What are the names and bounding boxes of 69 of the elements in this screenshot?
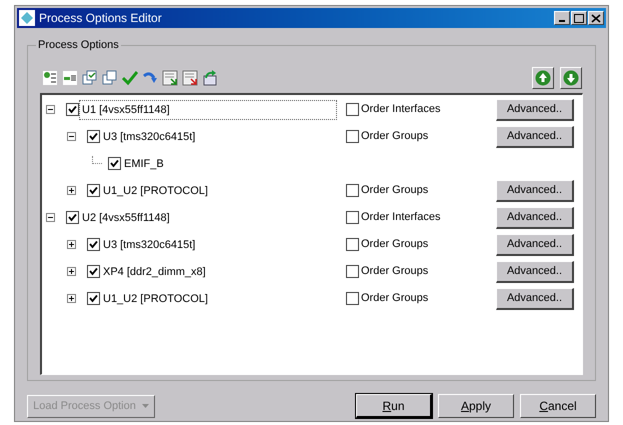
tree-item[interactable]: U3 [tms320c6415t] [100, 126, 198, 146]
tree-item[interactable]: U1_U2 [PROTOCOL] [100, 288, 211, 308]
advanced-button[interactable]: Advanced.. [496, 126, 574, 148]
checkbox[interactable] [87, 264, 100, 278]
group-title: Process Options [36, 38, 121, 52]
checkbox[interactable] [87, 292, 100, 304]
dropdown-arrow-icon [142, 404, 149, 408]
tree-item[interactable]: U2 [4vsx55ff1148] [79, 208, 173, 228]
collapse-icon[interactable] [46, 213, 55, 222]
arrow-up-icon [535, 70, 551, 86]
checkbox[interactable] [66, 102, 79, 116]
checkbox[interactable] [346, 292, 359, 305]
advanced-button[interactable]: Advanced.. [496, 206, 574, 228]
checkbox[interactable] [66, 210, 79, 224]
checkbox[interactable] [87, 130, 100, 142]
move-down-button[interactable] [560, 67, 582, 89]
advanced-button[interactable]: Advanced.. [496, 260, 574, 282]
close-icon [591, 14, 601, 22]
advanced-button[interactable]: Advanced.. [496, 288, 574, 310]
collapse-icon[interactable] [67, 132, 76, 141]
checkbox[interactable] [108, 156, 121, 170]
expand-icon[interactable] [67, 186, 76, 195]
option-label: Order Groups [361, 129, 428, 144]
minimize-button[interactable] [554, 11, 570, 25]
app-icon [19, 10, 35, 26]
expand-icon[interactable] [67, 240, 76, 249]
checkbox[interactable] [346, 238, 359, 251]
checkbox[interactable] [346, 130, 359, 143]
document-icon[interactable] [162, 70, 178, 86]
check-all-icon[interactable] [82, 70, 98, 86]
option-label: Order Groups [361, 291, 428, 306]
advanced-button[interactable]: Advanced.. [496, 180, 574, 202]
option-label: Order Interfaces [361, 210, 440, 226]
dialog-button[interactable]: Cancel [520, 394, 596, 418]
minimize-icon [559, 20, 565, 22]
checkbox[interactable] [346, 265, 359, 278]
dialog-button[interactable]: Run [356, 394, 432, 418]
maximize-button[interactable] [571, 11, 587, 25]
export-icon[interactable] [202, 70, 218, 86]
dialog-button[interactable]: Apply [438, 394, 514, 418]
collapse-icon[interactable] [46, 105, 55, 114]
expand-icon[interactable] [67, 267, 76, 276]
advanced-button[interactable]: Advanced.. [496, 98, 574, 120]
tree-item[interactable]: EMIF_B [121, 154, 167, 174]
checkbox[interactable] [87, 238, 100, 250]
arrow-down-icon [563, 70, 579, 86]
checkbox[interactable] [346, 211, 359, 224]
tree-item[interactable]: U3 [tms320c6415t] [100, 234, 198, 254]
copy-icon[interactable] [102, 70, 118, 86]
tree-item[interactable]: U1_U2 [PROTOCOL] [100, 180, 211, 200]
move-up-button[interactable] [532, 67, 554, 89]
add-item-icon[interactable] [42, 70, 58, 86]
close-button[interactable] [588, 11, 604, 25]
remove-item-icon[interactable] [62, 70, 78, 86]
window-title: Process Options Editor [39, 10, 162, 27]
tree-item[interactable]: XP4 [ddr2_dimm_x8] [100, 262, 209, 282]
maximize-icon [574, 14, 584, 22]
option-label: Order Groups [361, 237, 428, 252]
checkmark-icon[interactable] [122, 70, 138, 86]
option-label: Order Interfaces [361, 102, 440, 118]
expand-icon[interactable] [67, 294, 76, 303]
document-icon[interactable] [182, 70, 198, 86]
checkbox[interactable] [346, 184, 359, 197]
option-label: Order Groups [361, 264, 428, 280]
checkbox[interactable] [346, 103, 359, 116]
option-label: Order Groups [361, 183, 428, 198]
tree-item[interactable]: U1 [4vsx55ff1148] [79, 100, 337, 120]
checkbox[interactable] [87, 184, 100, 196]
advanced-button[interactable]: Advanced.. [496, 234, 574, 256]
